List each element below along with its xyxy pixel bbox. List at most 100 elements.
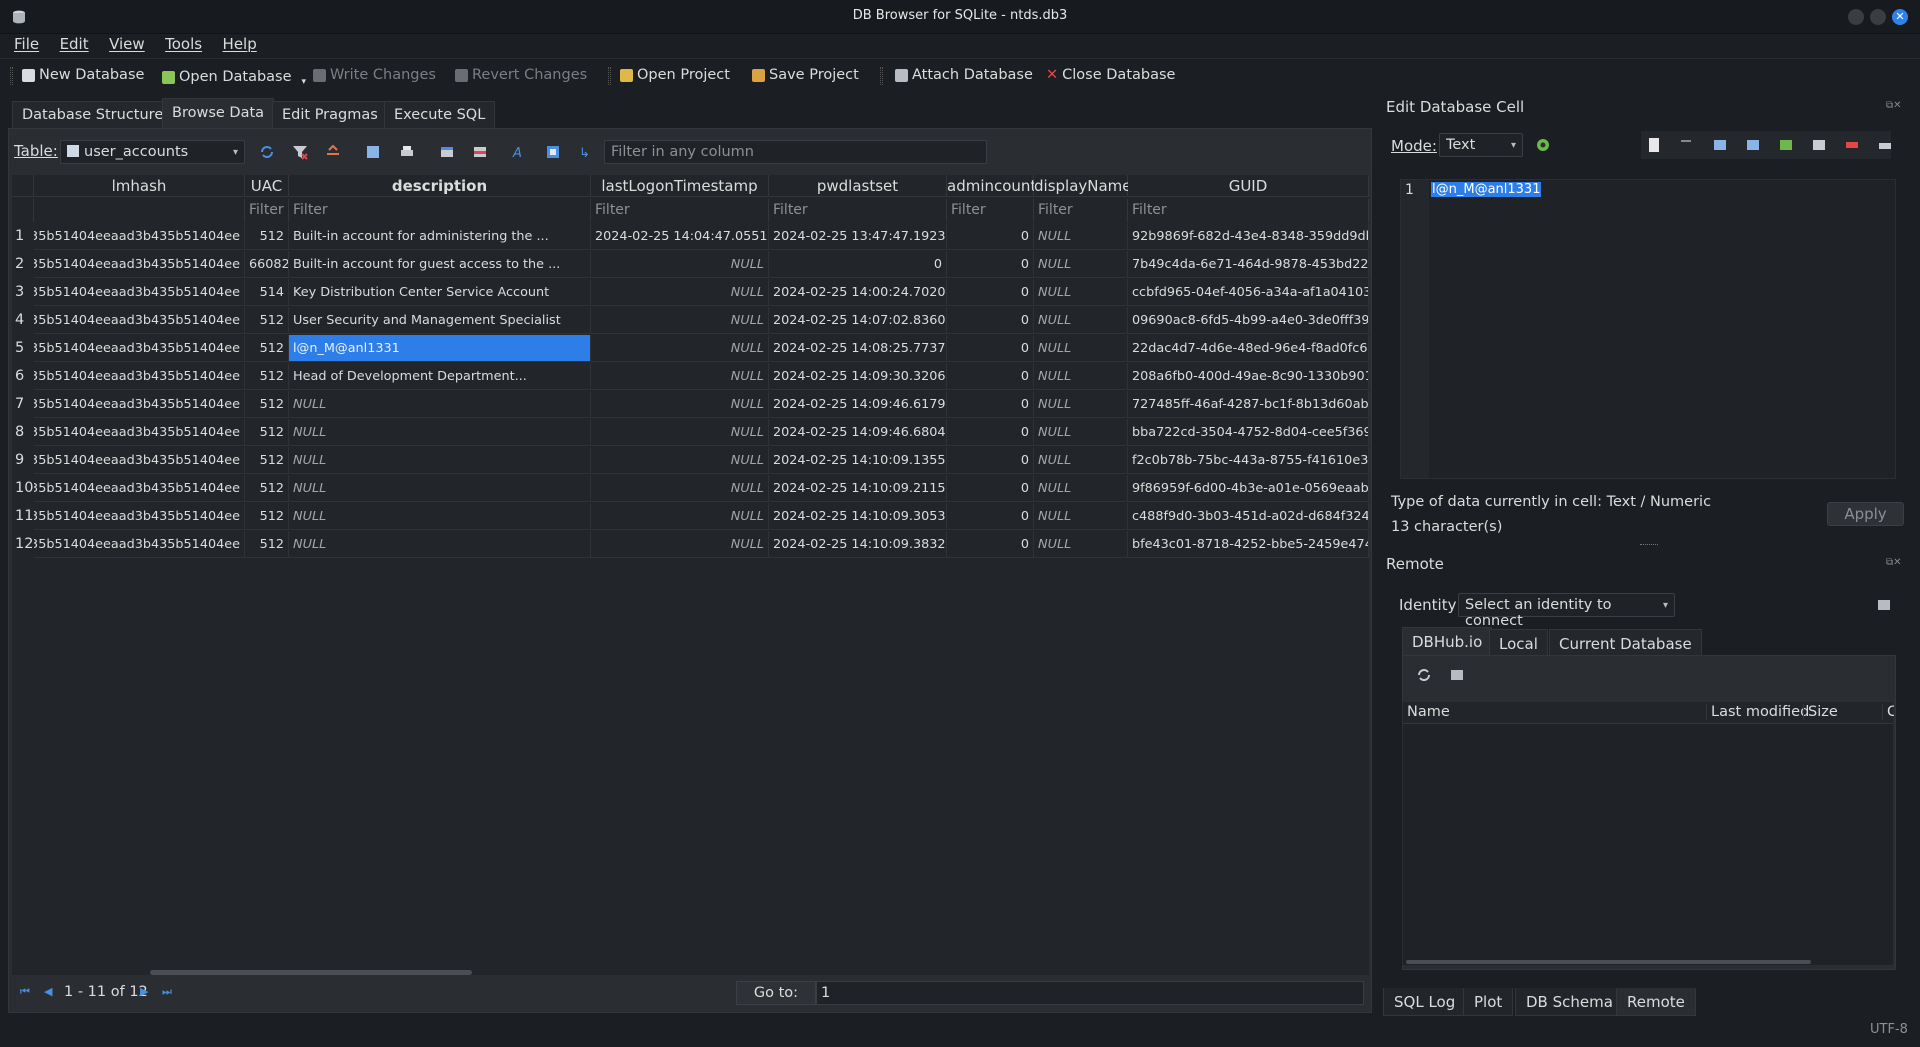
remote-file-list[interactable] [1402, 701, 1894, 966]
remote-horizontal-scrollbar[interactable] [1406, 960, 1811, 964]
sort-clear-icon[interactable] [325, 144, 341, 160]
table-cell-lmhash[interactable]: 5435b51404eeaad3b435b51404ee [34, 391, 245, 418]
column-header-lastlogontimestamp[interactable]: lastLogonTimestamp [591, 175, 769, 197]
column-filter-lmhash[interactable] [34, 199, 245, 222]
column-header-pwdlastset[interactable]: pwdlastset [769, 175, 947, 197]
table-cell-lmhash[interactable]: 5435b51404eeaad3b435b51404ee [34, 475, 245, 502]
table-cell-lastlogontimestamp[interactable]: NULL [591, 447, 769, 474]
new-database-button[interactable]: New Database [22, 67, 144, 83]
table-cell-displayname[interactable]: NULL [1034, 531, 1128, 558]
table-cell-admincount[interactable]: 0 [947, 223, 1034, 250]
row-number[interactable]: 2 [12, 251, 34, 278]
table-cell-description[interactable]: User Security and Management Specialist [289, 307, 591, 334]
row-number[interactable]: 8 [12, 419, 34, 446]
table-cell-displayname[interactable]: NULL [1034, 419, 1128, 446]
table-cell-uac[interactable]: 512 [245, 223, 289, 250]
table-cell-uac[interactable]: 514 [245, 279, 289, 306]
table-cell-admincount[interactable]: 0 [947, 251, 1034, 278]
table-cell-uac[interactable]: 512 [245, 391, 289, 418]
table-cell-uac[interactable]: 512 [245, 307, 289, 334]
table-cell-description[interactable]: NULL [289, 419, 591, 446]
menu-tools[interactable]: Tools [165, 34, 202, 53]
apply-button[interactable]: Apply [1827, 502, 1904, 526]
table-cell-lastlogontimestamp[interactable]: NULL [591, 335, 769, 362]
dock-float-close-icon[interactable]: ⧉✕ [1886, 557, 1902, 568]
mode-select[interactable]: Text ▾ [1439, 133, 1523, 157]
menu-edit[interactable]: Edit [60, 34, 89, 53]
table-cell-pwdlastset[interactable]: 2024-02-25 14:10:09.135592 [769, 447, 947, 474]
table-cell-admincount[interactable]: 0 [947, 531, 1034, 558]
table-cell-displayname[interactable]: NULL [1034, 475, 1128, 502]
table-cell-pwdlastset[interactable]: 2024-02-25 14:09:30.320654 [769, 363, 947, 390]
delete-cell-icon[interactable] [1844, 137, 1860, 153]
table-cell-lmhash[interactable]: 5435b51404eeaad3b435b51404ee [34, 363, 245, 390]
table-cell-displayname[interactable]: NULL [1034, 447, 1128, 474]
table-cell-guid[interactable]: 9f86959f-6d00-4b3e-a01e-0569eaab2d [1128, 475, 1369, 502]
tab-sql-log[interactable]: SQL Log [1383, 988, 1467, 1016]
table-cell-displayname[interactable]: NULL [1034, 223, 1128, 250]
set-null-icon[interactable] [1778, 137, 1794, 153]
table-cell-admincount[interactable]: 0 [947, 279, 1034, 306]
table-cell-guid[interactable]: bfe43c01-8718-4252-bbe5-2459e47424 [1128, 531, 1369, 558]
table-cell-guid[interactable]: 208a6fb0-400d-49ae-8c90-1330b9012e [1128, 363, 1369, 390]
table-cell-admincount[interactable]: 0 [947, 307, 1034, 334]
row-number[interactable]: 1 [12, 223, 34, 250]
table-cell-displayname[interactable]: NULL [1034, 503, 1128, 530]
column-filter-guid[interactable]: Filter [1128, 199, 1369, 222]
table-cell-guid[interactable]: 727485ff-46af-4287-bc1f-8b13d60abc0 [1128, 391, 1369, 418]
table-cell-uac[interactable]: 512 [245, 475, 289, 502]
column-header-description[interactable]: description [289, 175, 591, 197]
table-cell-lastlogontimestamp[interactable]: NULL [591, 391, 769, 418]
clone-database-icon[interactable] [1449, 667, 1465, 683]
table-cell-guid[interactable]: 92b9869f-682d-43e4-8348-359dd9dbe2 [1128, 223, 1369, 250]
col-last-modified-header[interactable]: Last modified [1706, 704, 1809, 720]
auto-switch-mode-icon[interactable] [1535, 137, 1551, 153]
table-cell-pwdlastset[interactable]: 2024-02-25 14:10:09.383238 [769, 531, 947, 558]
tab-database-structure[interactable]: Database Structure [12, 101, 174, 129]
column-filter-lastlogontimestamp[interactable]: Filter [591, 199, 769, 222]
remote-tab-current-database[interactable]: Current Database [1549, 629, 1702, 657]
row-number[interactable]: 3 [12, 279, 34, 306]
table-cell-description[interactable]: Head of Development Department... [289, 363, 591, 390]
goto-input[interactable]: 1 [816, 981, 1364, 1005]
table-cell-pwdlastset[interactable]: 2024-02-25 14:00:24.702040 [769, 279, 947, 306]
table-cell-description[interactable]: NULL [289, 447, 591, 474]
first-record-icon[interactable]: ⏮ [20, 985, 34, 999]
print-icon[interactable] [399, 144, 415, 160]
table-cell-lmhash[interactable]: 5435b51404eeaad3b435b51404ee [34, 223, 245, 250]
column-header-uac[interactable]: UAC [245, 175, 289, 197]
table-cell-guid[interactable]: 7b49c4da-6e71-464d-9878-453bd222d [1128, 251, 1369, 278]
column-header-admincount[interactable]: admincount [947, 175, 1036, 197]
insert-record-icon[interactable] [439, 144, 455, 160]
table-cell-lastlogontimestamp[interactable]: 2024-02-25 14:04:47.055153 [591, 223, 769, 250]
row-number[interactable]: 4 [12, 307, 34, 334]
table-cell-displayname[interactable]: NULL [1034, 279, 1128, 306]
table-cell-lmhash[interactable]: 5435b51404eeaad3b435b51404ee [34, 279, 245, 306]
table-cell-lastlogontimestamp[interactable]: NULL [591, 363, 769, 390]
table-cell-guid[interactable]: 09690ac8-6fd5-4b99-a4e0-3de0fff3946 [1128, 307, 1369, 334]
table-cell-uac[interactable]: 512 [245, 363, 289, 390]
table-cell-pwdlastset[interactable]: 0 [769, 251, 947, 278]
column-filter-admincount[interactable]: Filter [947, 199, 1034, 222]
menu-help[interactable]: Help [223, 34, 257, 53]
table-cell-lastlogontimestamp[interactable]: NULL [591, 251, 769, 278]
table-cell-lastlogontimestamp[interactable]: NULL [591, 419, 769, 446]
row-number[interactable]: 6 [12, 363, 34, 390]
open-database-button[interactable]: Open Database ▾ [162, 67, 306, 87]
table-cell-uac[interactable]: 512 [245, 503, 289, 530]
table-cell-admincount[interactable]: 0 [947, 391, 1034, 418]
remote-tab-local[interactable]: Local [1489, 629, 1548, 657]
find-replace-icon[interactable] [545, 144, 561, 160]
table-cell-lmhash[interactable]: 5435b51404eeaad3b435b51404ee [34, 335, 245, 362]
table-cell-lmhash[interactable]: 5435b51404eeaad3b435b51404ee [34, 251, 245, 278]
tab-edit-pragmas[interactable]: Edit Pragmas [272, 101, 388, 129]
identity-settings-icon[interactable] [1876, 597, 1892, 613]
attach-database-button[interactable]: Attach Database [895, 67, 1033, 83]
maximize-button[interactable] [1870, 9, 1886, 25]
column-filter-description[interactable]: Filter [289, 199, 591, 222]
splitter-handle[interactable] [1640, 544, 1658, 545]
close-database-button[interactable]: ✕ Close Database [1046, 67, 1175, 83]
table-cell-uac[interactable]: 66082 [245, 251, 289, 278]
row-number[interactable]: 7 [12, 391, 34, 418]
table-cell-uac[interactable]: 512 [245, 447, 289, 474]
